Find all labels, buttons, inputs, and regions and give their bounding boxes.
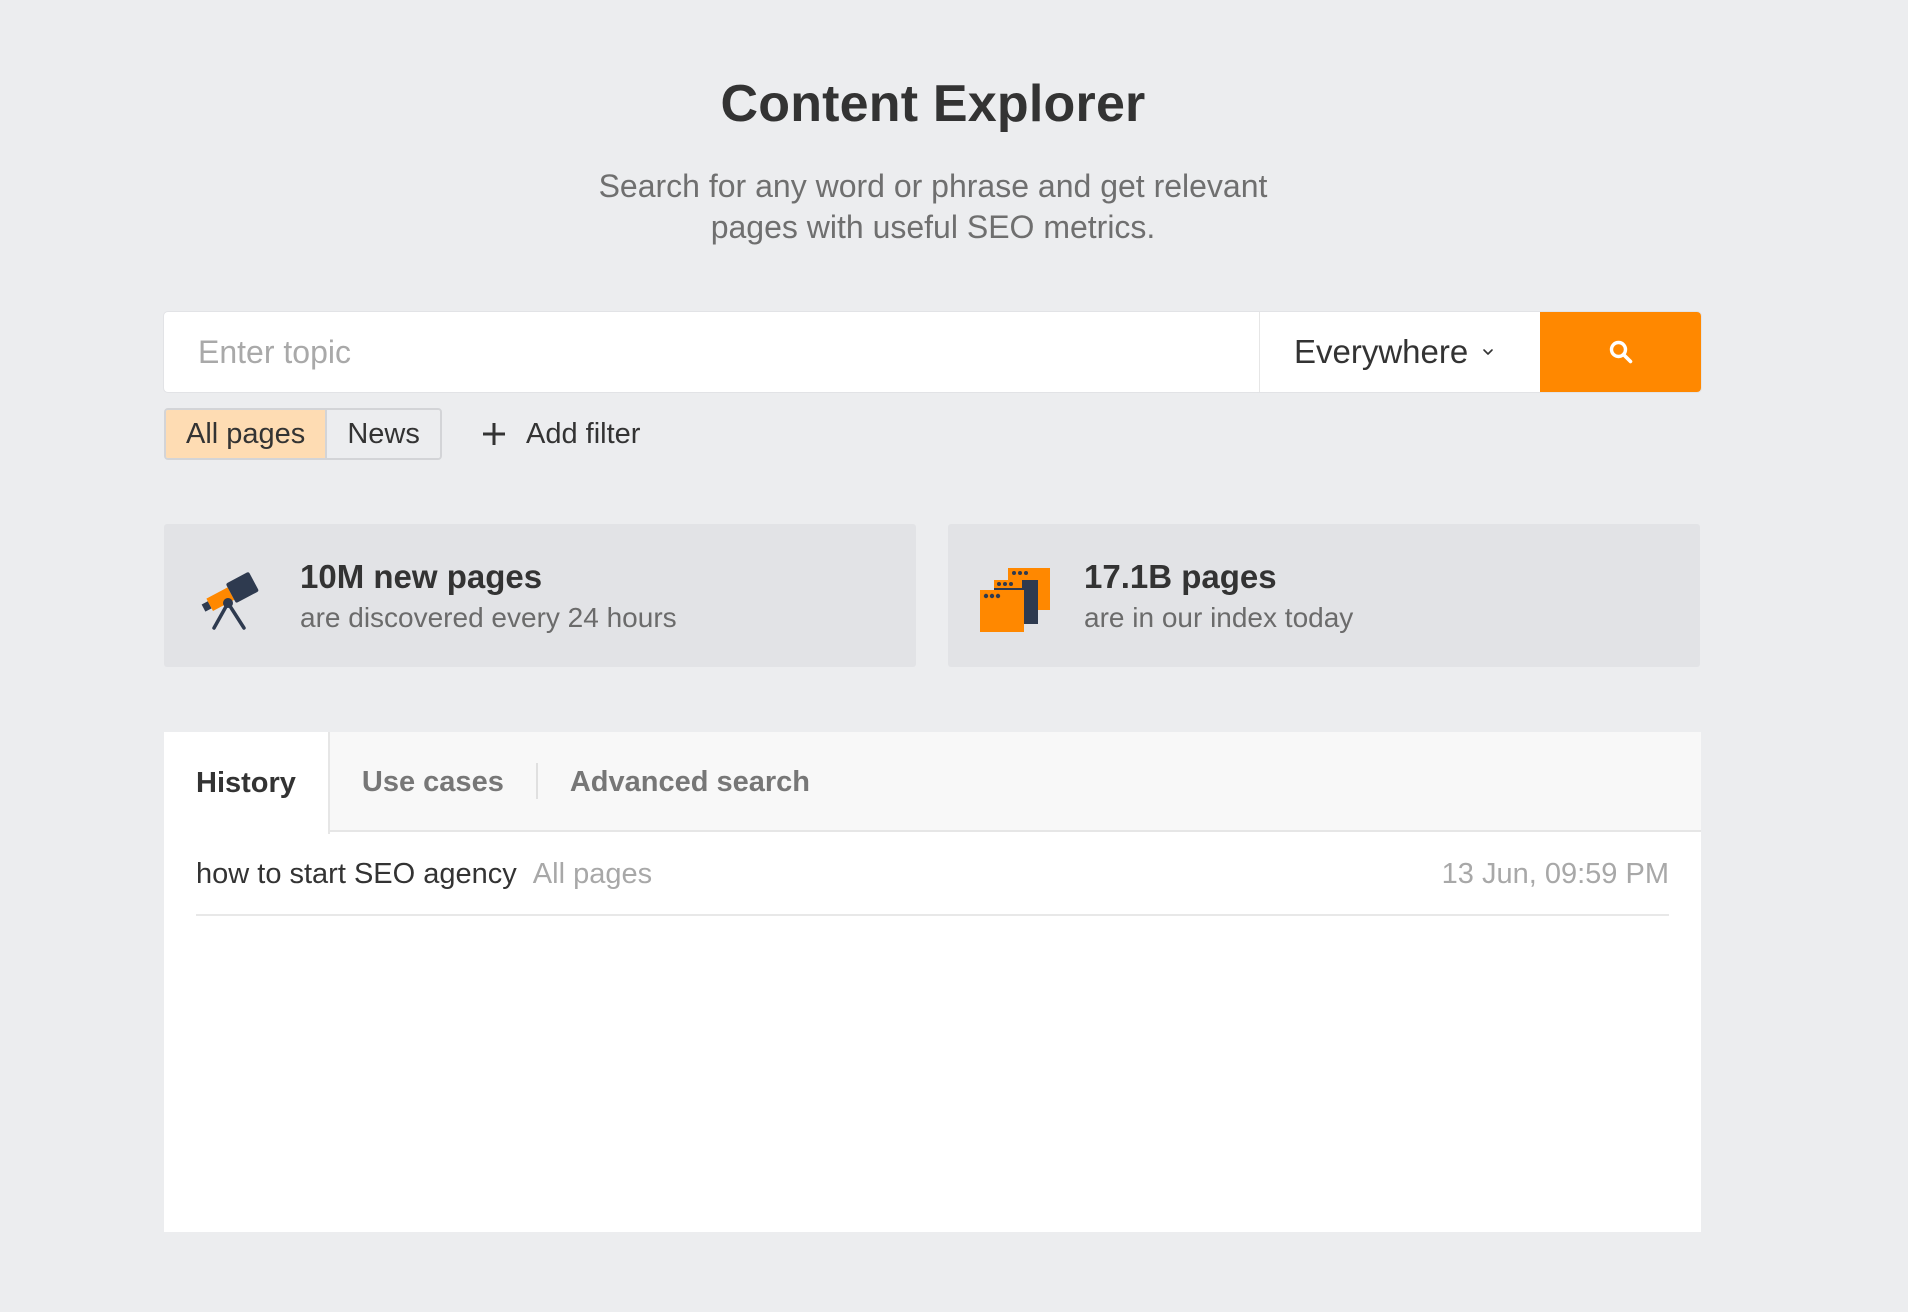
search-button[interactable] [1540,312,1701,392]
chevron-down-icon [1483,349,1494,355]
tab-history[interactable]: History [164,732,330,834]
search-bar: Everywhere [164,312,1701,392]
history-scope: All pages [532,857,653,890]
stat-headline-index-pages: 17.1B pages [1084,558,1277,595]
add-filter-label: Add filter [526,417,641,450]
stat-headline-new-pages: 10M new pages [300,558,543,595]
history-query[interactable]: how to start SEO agency [196,858,517,891]
filter-all-pages[interactable]: All pages [166,410,328,458]
stat-card-index-pages: 17.1B pages are in our index today [948,524,1700,667]
page-title: Content Explorer [720,75,1146,133]
history-panel: History Use cases Advanced search how to… [164,732,1701,1232]
plus-icon [483,423,505,445]
add-filter-button[interactable]: Add filter [480,408,640,460]
search-icon [1609,340,1632,364]
tab-use-cases[interactable]: Use cases [330,732,536,832]
tab-advanced-search[interactable]: Advanced search [538,732,842,832]
scope-dropdown[interactable]: Everywhere [1259,312,1540,392]
page-type-toggle: All pages News [164,408,442,460]
topic-search-input[interactable] [164,312,1259,392]
stat-card-new-pages: 10M new pages are discovered every 24 ho… [164,524,916,667]
page-subtitle: Search for any word or phrase and get re… [0,166,1866,248]
subtitle-line-1: Search for any word or phrase and get re… [598,168,1268,204]
stat-caption-index-pages: are in our index today [1084,602,1354,633]
stacked-windows-icon [980,568,1050,632]
content-explorer-page: Content Explorer Search for any word or … [0,0,1908,1312]
filter-news[interactable]: News [327,410,440,458]
history-timestamp: 13 Jun, 09:59 PM [1441,857,1669,890]
scope-dropdown-label: Everywhere [1294,333,1469,370]
panel-tabs: History Use cases Advanced search [164,732,1701,834]
subtitle-line-2: pages with useful SEO metrics. [710,209,1156,245]
telescope-icon [201,572,259,630]
stat-caption-new-pages: are discovered every 24 hours [300,602,677,633]
history-row[interactable]: how to start SEO agency All pages 13 Jun… [196,834,1669,916]
